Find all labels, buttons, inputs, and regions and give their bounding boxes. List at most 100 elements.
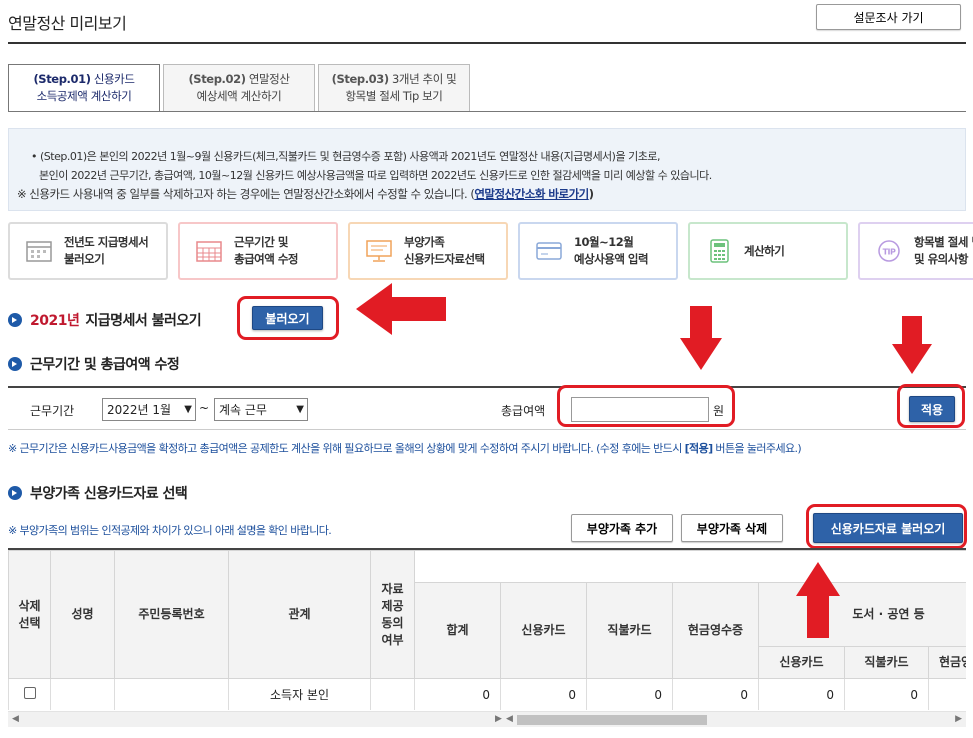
svg-text:TIP: TIP xyxy=(883,248,896,257)
period-separator: ~ xyxy=(199,401,210,415)
row-consent xyxy=(370,678,415,710)
section-title: 부양가족 신용카드자료 선택 xyxy=(30,486,188,502)
period-salary-row: 근무기간 2022년 1월 ▼ ~ 계속 근무 ▼ 총급여액 원 적용 xyxy=(8,386,966,430)
step-label: 및 유의사항 xyxy=(914,252,968,266)
tab-step-01[interactable]: (Step.01) 신용카드 소득공제액 계산하기 xyxy=(8,64,160,112)
tabs-divider xyxy=(8,111,966,112)
header-text: 선택 xyxy=(18,615,41,630)
row-debit: 0 xyxy=(586,678,673,710)
header-text: 제공 xyxy=(381,598,404,613)
step-label: 불러오기 xyxy=(64,252,105,266)
notice-text: ※ 근무기간은 신용카드사용금액을 확정하고 총급여액은 공제한도 계산을 위해… xyxy=(8,442,685,455)
salary-label: 총급여액 xyxy=(501,404,546,418)
info-note-close: ) xyxy=(588,187,594,201)
notice-text: 버튼을 눌러주세요.) xyxy=(712,442,802,455)
period-start-select[interactable]: 2022년 1월 ▼ xyxy=(102,398,196,421)
tab-line1: 신용카드 xyxy=(90,72,135,86)
scrollbar-thumb[interactable] xyxy=(517,715,707,725)
tab-line1: 3개년 추이 및 xyxy=(388,72,457,86)
period-notice: ※ 근무기간은 신용카드사용금액을 확정하고 총급여액은 공제한도 계산을 위해… xyxy=(8,440,802,456)
header-text: 삭제 xyxy=(18,598,41,613)
header-sub-debit: 직불카드 xyxy=(844,646,929,679)
section-bullet-icon xyxy=(8,313,22,327)
header-delete: 삭제선택 xyxy=(8,550,51,679)
header-cash: 현금영수증 xyxy=(672,582,759,679)
info-box: • (Step.01)은 본인의 2022년 1월~9월 신용카드(체크,직불카… xyxy=(8,128,966,211)
info-line1: • (Step.01)은 본인의 2022년 1월~9월 신용카드(체크,직불카… xyxy=(31,150,660,163)
header-text: 자료 xyxy=(381,581,404,596)
add-dependent-button[interactable]: 부양가족 추가 xyxy=(571,514,673,542)
period-end-select[interactable]: 계속 근무 ▼ xyxy=(214,398,308,421)
page-title: 연말정산 미리보기 xyxy=(8,14,127,33)
step-label: 신용카드자료선택 xyxy=(404,252,485,266)
step-label: 계산하기 xyxy=(744,243,785,258)
tab-step-label: (Step.01) xyxy=(33,72,91,86)
section-title: 근무기간 및 총급여액 수정 xyxy=(30,357,180,373)
chevron-down-icon: ▼ xyxy=(296,404,304,415)
calendar-icon xyxy=(26,241,52,262)
step-card-dependent-data: 부양가족 신용카드자료선택 xyxy=(348,222,508,280)
section-dependents: 부양가족 신용카드자료 선택 xyxy=(8,483,188,503)
section-title: 지급명세서 불러오기 xyxy=(85,313,202,329)
section-load-statement: 2021년 지급명세서 불러오기 xyxy=(8,310,202,330)
scroll-left-icon[interactable]: ◀ xyxy=(12,714,19,724)
dependents-notice: ※ 부양가족의 범위는 인적공제와 차이가 있으니 아래 설명을 확인 바랍니다… xyxy=(8,524,332,537)
step-card-calculate: 계산하기 xyxy=(688,222,848,280)
info-note-text: ※ 신용카드 사용내역 중 일부를 삭제하고자 하는 경우에는 연말정산간소화에… xyxy=(17,187,475,201)
chevron-down-icon: ▼ xyxy=(184,404,192,415)
row-rrn xyxy=(114,678,229,710)
step-label: 예상사용액 입력 xyxy=(574,252,649,266)
row-relation: 소득자 본인 xyxy=(228,678,371,710)
step-label: 전년도 지급명세서 xyxy=(64,235,149,249)
header-consent: 자료 제공 동의 여부 xyxy=(370,550,415,679)
scroll-right-icon[interactable]: ▶ xyxy=(955,714,962,724)
section-period-salary: 근무기간 및 총급여액 수정 xyxy=(8,354,180,374)
step-card-tax-tips: TIP 항목별 절세 팁및 유의사항 xyxy=(858,222,973,280)
row-culture-cash xyxy=(927,678,966,710)
scroll-right-icon[interactable]: ▶ xyxy=(495,714,502,724)
tab-line2: 항목별 절세 Tip 보기 xyxy=(345,89,443,103)
tab-step-02[interactable]: (Step.02) 연말정산 예상세액 계산하기 xyxy=(163,64,315,112)
info-line2: 본인이 2022년 근무기간, 총급여액, 10월~12월 신용카드 예상사용금… xyxy=(39,169,712,182)
tip-icon: TIP xyxy=(878,240,900,262)
period-label: 근무기간 xyxy=(30,404,75,418)
row-culture-debit: 0 xyxy=(844,678,929,710)
row-credit: 0 xyxy=(500,678,587,710)
row-name xyxy=(50,678,115,710)
tab-step-03[interactable]: (Step.03) 3개년 추이 및 항목별 절세 Tip 보기 xyxy=(318,64,470,112)
header-credit: 신용카드 xyxy=(500,582,587,679)
header-text: 여부 xyxy=(381,632,404,647)
horizontal-scrollbar[interactable]: ◀ ▶ ◀ ▶ xyxy=(8,711,966,727)
calendar-grid-icon xyxy=(196,241,222,262)
annotation-arrow-down xyxy=(680,306,722,370)
tab-step-label: (Step.02) xyxy=(188,72,246,86)
step-label: 10월~12월 xyxy=(574,235,634,249)
delete-dependent-button[interactable]: 부양가족 삭제 xyxy=(681,514,783,542)
row-checkbox[interactable] xyxy=(23,687,36,699)
tab-line1: 연말정산 xyxy=(245,72,290,86)
header-total: 합계 xyxy=(414,582,501,679)
simplified-service-link[interactable]: 연말정산간소화 바로가기 xyxy=(474,187,589,201)
row-total: 0 xyxy=(414,678,501,710)
tab-step-label: (Step.03) xyxy=(331,72,390,86)
section-bullet-icon xyxy=(8,486,22,500)
annotation-ring xyxy=(897,384,965,428)
title-divider xyxy=(8,42,966,44)
step-card-edit-period: 근무기간 및 총급여액 수정 xyxy=(178,222,338,280)
scroll-left-icon[interactable]: ◀ xyxy=(506,714,513,724)
calculator-icon xyxy=(710,239,729,263)
period-start-value: 2022년 1월 xyxy=(107,403,172,417)
step-label: 항목별 절세 팁 xyxy=(914,235,973,249)
annotation-ring xyxy=(557,385,735,427)
notice-emphasis: [적용] xyxy=(684,442,714,455)
step-label: 근무기간 및 xyxy=(234,235,288,249)
row-checkbox-cell[interactable] xyxy=(8,678,51,710)
survey-button[interactable]: 설문조사 가기 xyxy=(816,4,961,30)
header-relation: 관계 xyxy=(228,550,371,679)
step-tabs: (Step.01) 신용카드 소득공제액 계산하기 (Step.02) 연말정산… xyxy=(8,64,473,112)
process-steps: 전년도 지급명세서불러오기 근무기간 및 총급여액 수정 부양가족 신용카드자료선택… xyxy=(8,222,973,280)
table-row: 소득자 본인 0 0 0 0 0 0 xyxy=(8,678,966,710)
tab-line2: 예상세액 계산하기 xyxy=(196,89,282,103)
header-name: 성명 xyxy=(50,550,115,679)
monitor-icon xyxy=(366,240,392,262)
